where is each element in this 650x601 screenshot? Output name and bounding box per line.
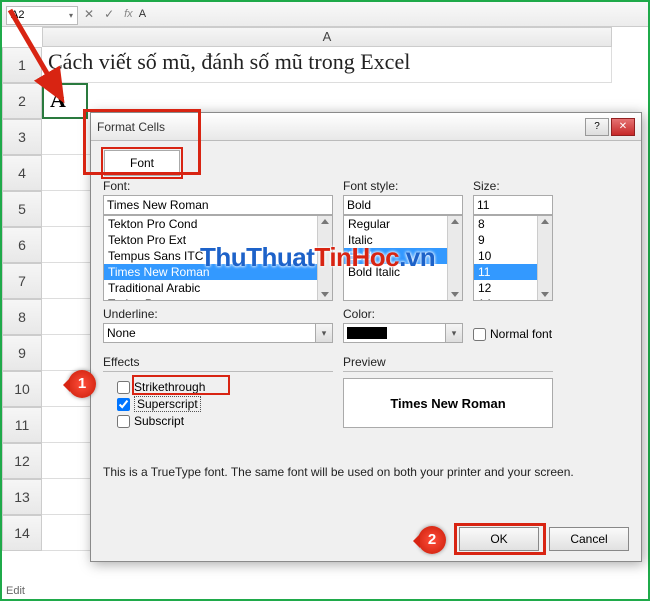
font-style-label: Font style: bbox=[343, 179, 463, 193]
row-header[interactable]: 5 bbox=[2, 191, 42, 227]
size-label: Size: bbox=[473, 179, 553, 193]
row-header[interactable]: 1 bbox=[2, 47, 42, 83]
list-item[interactable]: Regular bbox=[344, 216, 462, 232]
row-header[interactable]: 2 bbox=[2, 83, 42, 119]
preview-text: Times New Roman bbox=[390, 396, 505, 411]
chevron-down-icon[interactable]: ▾ bbox=[315, 324, 332, 342]
name-box-ref: A2 bbox=[11, 9, 24, 21]
list-item[interactable]: Trajan Pro bbox=[104, 296, 332, 301]
row-header[interactable]: 11 bbox=[2, 407, 42, 443]
superscript-checkbox[interactable]: Superscript bbox=[117, 396, 333, 412]
color-combo[interactable]: ▾ bbox=[343, 323, 463, 343]
list-item[interactable]: Tekton Pro Cond bbox=[104, 216, 332, 232]
dialog-titlebar: Format Cells ? ✕ bbox=[91, 113, 641, 141]
preview-label: Preview bbox=[343, 355, 553, 369]
name-box-dropdown-icon[interactable]: ▾ bbox=[69, 11, 73, 20]
font-style-input[interactable] bbox=[343, 195, 463, 215]
font-listbox[interactable]: Tekton Pro Cond Tekton Pro Ext Tempus Sa… bbox=[103, 215, 333, 301]
normal-font-checkbox[interactable]: Normal font bbox=[473, 327, 552, 341]
font-input[interactable] bbox=[103, 195, 333, 215]
scrollbar[interactable] bbox=[317, 216, 332, 300]
row-header[interactable]: 4 bbox=[2, 155, 42, 191]
formula-bar-controls: ✕ ✓ bbox=[84, 7, 114, 21]
status-bar: Edit bbox=[6, 585, 25, 597]
subscript-checkbox[interactable]: Subscript bbox=[117, 414, 333, 428]
row-header[interactable]: 12 bbox=[2, 443, 42, 479]
confirm-icon[interactable]: ✓ bbox=[104, 7, 114, 21]
chevron-down-icon[interactable]: ▾ bbox=[445, 324, 462, 342]
annotation-marker-1: 1 bbox=[68, 370, 96, 398]
row-header[interactable]: 6 bbox=[2, 227, 42, 263]
underline-combo[interactable]: ▾ bbox=[103, 323, 333, 343]
format-cells-dialog: Format Cells ? ✕ Font Font: Tekton Pro C… bbox=[90, 112, 642, 562]
normal-font-label: Normal font bbox=[490, 327, 552, 341]
font-info-text: This is a TrueType font. The same font w… bbox=[103, 465, 629, 479]
cancel-button[interactable]: Cancel bbox=[549, 527, 629, 551]
tab-font[interactable]: Font bbox=[104, 150, 180, 176]
list-item[interactable]: Bold bbox=[344, 248, 462, 264]
row-header[interactable]: 8 bbox=[2, 299, 42, 335]
underline-label: Underline: bbox=[103, 307, 333, 321]
formula-bar-value[interactable]: A bbox=[139, 8, 146, 20]
ok-button[interactable]: OK bbox=[459, 527, 539, 551]
preview-box: Times New Roman bbox=[343, 378, 553, 428]
list-item[interactable]: Bold Italic bbox=[344, 264, 462, 280]
list-item[interactable]: Tekton Pro Ext bbox=[104, 232, 332, 248]
dialog-title: Format Cells bbox=[97, 120, 583, 134]
fx-icon[interactable]: fx bbox=[124, 8, 133, 20]
list-item[interactable]: Traditional Arabic bbox=[104, 280, 332, 296]
strikethrough-checkbox[interactable]: Strikethrough bbox=[117, 380, 333, 394]
row-header[interactable]: 10 bbox=[2, 371, 42, 407]
normal-font-checkbox-input[interactable] bbox=[473, 328, 486, 341]
color-label: Color: bbox=[343, 307, 463, 321]
scrollbar[interactable] bbox=[447, 216, 462, 300]
formula-bar: A2 ▾ ✕ ✓ fx A bbox=[2, 2, 648, 27]
row-header[interactable]: 7 bbox=[2, 263, 42, 299]
font-label: Font: bbox=[103, 179, 333, 193]
list-item[interactable]: Italic bbox=[344, 232, 462, 248]
underline-value[interactable] bbox=[103, 323, 333, 343]
row-header[interactable]: 3 bbox=[2, 119, 42, 155]
cell-a1[interactable]: Cách viết số mũ, đánh số mũ trong Excel bbox=[42, 47, 612, 83]
list-item[interactable]: Times New Roman bbox=[104, 264, 332, 280]
close-button[interactable]: ✕ bbox=[611, 118, 635, 136]
row-header[interactable]: 13 bbox=[2, 479, 42, 515]
font-style-listbox[interactable]: Regular Italic Bold Bold Italic bbox=[343, 215, 463, 301]
size-listbox[interactable]: 8 9 10 11 12 14 bbox=[473, 215, 553, 301]
tab-font-highlight: Font bbox=[101, 147, 183, 179]
row-header[interactable]: 14 bbox=[2, 515, 42, 551]
annotation-marker-2: 2 bbox=[418, 526, 446, 554]
name-box[interactable]: A2 ▾ bbox=[6, 6, 78, 25]
effects-label: Effects bbox=[103, 355, 333, 369]
help-button[interactable]: ? bbox=[585, 118, 609, 136]
cancel-icon[interactable]: ✕ bbox=[84, 7, 94, 21]
list-item[interactable]: Tempus Sans ITC bbox=[104, 248, 332, 264]
size-input[interactable] bbox=[473, 195, 553, 215]
cell-a2[interactable]: A bbox=[42, 83, 88, 119]
row-header[interactable]: 9 bbox=[2, 335, 42, 371]
dialog-buttons: OK Cancel bbox=[459, 527, 629, 551]
scrollbar[interactable] bbox=[537, 216, 552, 300]
column-header-a[interactable]: A bbox=[42, 27, 612, 47]
color-swatch bbox=[347, 327, 387, 339]
